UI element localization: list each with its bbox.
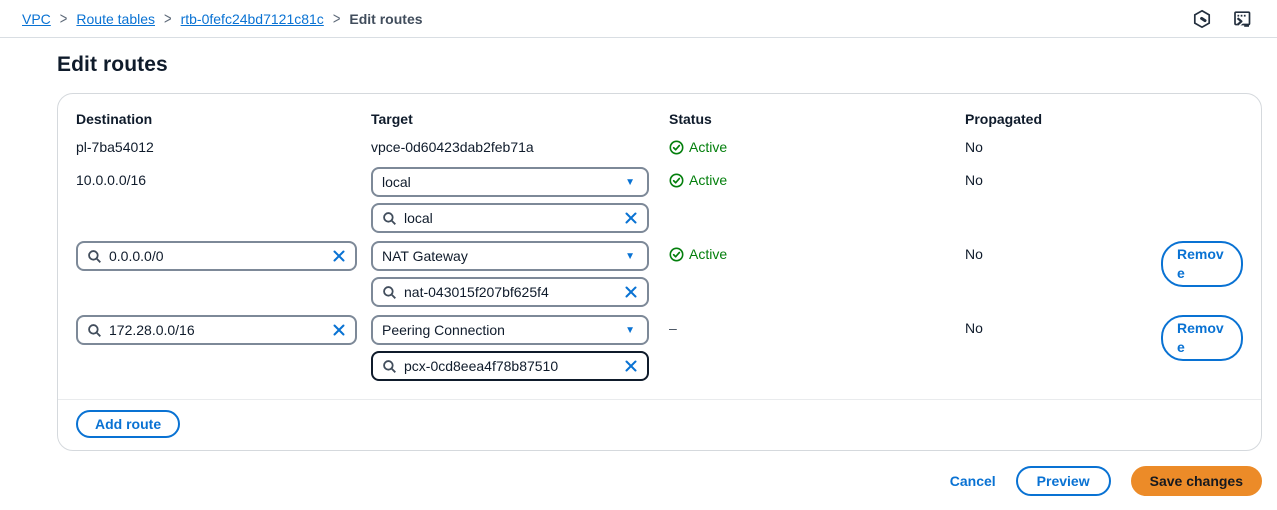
propagated-value: No (965, 241, 1161, 262)
destination-input[interactable] (102, 317, 332, 343)
history-icon[interactable] (1192, 9, 1212, 29)
table-row: NAT Gateway ▼ (76, 241, 1241, 307)
preview-button[interactable]: Preview (1016, 466, 1111, 496)
search-icon (382, 285, 397, 300)
target-search-field (371, 277, 649, 307)
close-icon[interactable] (624, 359, 638, 373)
destination-value: 10.0.0.0/16 (76, 167, 371, 188)
close-icon[interactable] (332, 249, 346, 263)
destination-search-field (76, 241, 357, 271)
search-icon (87, 249, 102, 264)
add-route-button[interactable]: Add route (76, 410, 180, 438)
table-row: pl-7ba54012 vpce-0d60423dab2feb71a Activ… (76, 139, 1241, 155)
status-active-icon (669, 247, 684, 262)
destination-input[interactable] (102, 243, 332, 269)
status-active-icon (669, 140, 684, 155)
propagated-value: No (965, 167, 1161, 188)
table-row: Peering Connection ▼ (76, 315, 1241, 381)
breadcrumb-bar: VPC > Route tables > rtb-0fefc24bd7121c8… (0, 0, 1277, 38)
target-search-input[interactable] (397, 279, 624, 305)
target-search-input[interactable] (397, 205, 624, 231)
table-row: 10.0.0.0/16 local ▼ (76, 167, 1241, 233)
destination-value: pl-7ba54012 (76, 139, 371, 155)
status-badge: Active (669, 139, 965, 155)
status-badge: Active (669, 167, 965, 188)
status-active-icon (669, 173, 684, 188)
target-type-dropdown[interactable]: Peering Connection ▼ (371, 315, 649, 345)
close-icon[interactable] (332, 323, 346, 337)
target-type-dropdown[interactable]: local ▼ (371, 167, 649, 197)
target-type-selected: local (382, 174, 411, 190)
breadcrumb-link-vpc[interactable]: VPC (22, 11, 51, 27)
breadcrumb-separator-icon: > (333, 9, 341, 28)
search-icon (87, 323, 102, 338)
cloudshell-icon[interactable] (1232, 9, 1253, 29)
cancel-button[interactable]: Cancel (950, 473, 996, 489)
target-value: vpce-0d60423dab2feb71a (371, 139, 669, 155)
remove-route-button[interactable]: Remove (1161, 241, 1243, 287)
breadcrumb: VPC > Route tables > rtb-0fefc24bd7121c8… (22, 11, 423, 27)
column-header-status: Status (669, 111, 965, 127)
breadcrumb-link-route-table-id[interactable]: rtb-0fefc24bd7121c81c (181, 11, 324, 27)
column-header-target: Target (371, 111, 669, 127)
breadcrumb-separator-icon: > (164, 9, 172, 28)
target-type-dropdown[interactable]: NAT Gateway ▼ (371, 241, 649, 271)
status-badge: Active (669, 241, 965, 262)
breadcrumb-current: Edit routes (349, 11, 422, 27)
chevron-down-icon: ▼ (625, 251, 635, 262)
target-type-selected: Peering Connection (382, 322, 505, 338)
column-header-destination: Destination (76, 111, 371, 127)
close-icon[interactable] (624, 285, 638, 299)
column-header-propagated: Propagated (965, 111, 1161, 127)
target-search-input[interactable] (397, 353, 624, 379)
target-search-field (371, 203, 649, 233)
status-value: – (669, 315, 965, 336)
remove-route-button[interactable]: Remove (1161, 315, 1243, 361)
search-icon (382, 359, 397, 374)
target-type-selected: NAT Gateway (382, 248, 468, 264)
breadcrumb-separator-icon: > (60, 9, 68, 28)
chevron-down-icon: ▼ (625, 325, 635, 336)
propagated-value: No (965, 139, 1161, 155)
breadcrumb-link-route-tables[interactable]: Route tables (76, 11, 155, 27)
save-changes-button[interactable]: Save changes (1131, 466, 1262, 496)
edit-routes-panel: Destination Target Status Propagated pl-… (57, 93, 1262, 451)
close-icon[interactable] (624, 211, 638, 225)
search-icon (382, 211, 397, 226)
chevron-down-icon: ▼ (625, 177, 635, 188)
propagated-value: No (965, 315, 1161, 336)
destination-search-field (76, 315, 357, 345)
page-title: Edit routes (57, 53, 1277, 77)
target-search-field (371, 351, 649, 381)
